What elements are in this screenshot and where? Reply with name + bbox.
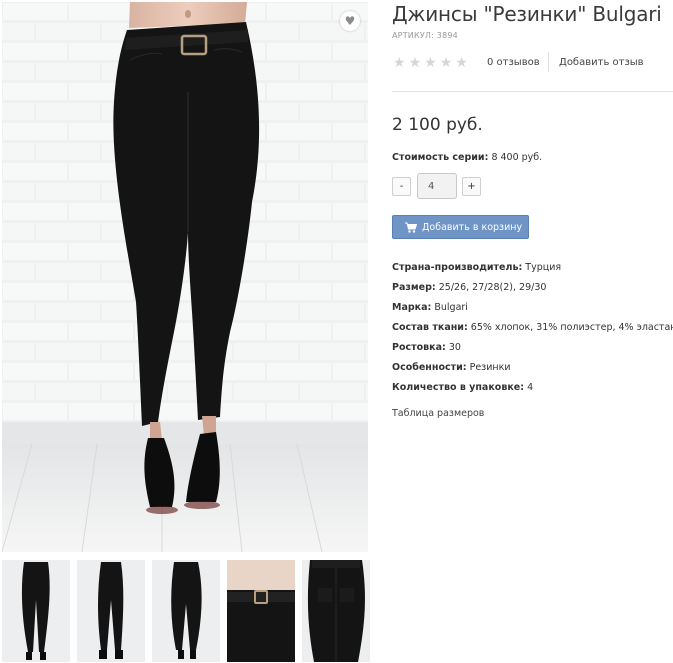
heart-icon[interactable]: ♥ (340, 11, 360, 31)
quantity-input[interactable] (417, 173, 457, 199)
spec-value: Bulgari (434, 302, 468, 313)
thumbnail-5[interactable] (302, 560, 370, 662)
quantity-decrease-button[interactable]: - (392, 177, 411, 196)
spec-label: Особенности: (392, 362, 467, 373)
series-cost-label: Стоимость серии: (392, 152, 489, 163)
thumbnail-image (227, 560, 295, 662)
add-to-cart-button[interactable]: Добавить в корзину (392, 215, 529, 239)
spec-label: Размер: (392, 282, 436, 293)
spec-fabric: Состав ткани: 65% хлопок, 31% полиэстер,… (392, 321, 673, 341)
size-table-link[interactable]: Таблица размеров (392, 408, 484, 419)
thumbnail-image (77, 560, 145, 662)
cart-icon (405, 222, 417, 233)
spec-size-run: Ростовка: 30 (392, 341, 673, 361)
spec-label: Ростовка: (392, 342, 446, 353)
divider (392, 91, 673, 92)
model-photo (2, 2, 368, 552)
thumbnail-2[interactable] (77, 560, 145, 662)
spec-value: Резинки (469, 362, 511, 373)
spec-value: 25/26, 27/28(2), 29/30 (438, 282, 547, 293)
spec-size: Размер: 25/26, 27/28(2), 29/30 (392, 281, 673, 301)
spec-label: Состав ткани: (392, 322, 468, 333)
spec-value: 65% хлопок, 31% полиэстер, 4% эластан (470, 322, 673, 333)
reviews-count[interactable]: 0 отзывов (487, 57, 540, 68)
star-icon[interactable]: ★ (393, 55, 406, 71)
rating-row: ★ ★ ★ ★ ★ 0 отзывов Добавить отзыв (393, 52, 673, 72)
star-icon[interactable]: ★ (440, 55, 453, 71)
star-icon[interactable]: ★ (424, 55, 437, 71)
thumbnail-image (302, 560, 370, 662)
product-specs: Страна-производитель: Турция Размер: 25/… (392, 261, 673, 401)
product-title: Джинсы "Резинки" Bulgari (392, 2, 662, 26)
thumbnail-1[interactable] (2, 560, 70, 662)
star-icon[interactable]: ★ (409, 55, 422, 71)
spec-country: Страна-производитель: Турция (392, 261, 673, 281)
spec-value: Турция (525, 262, 562, 273)
product-price: 2 100 руб. (392, 115, 483, 135)
thumbnail-image (152, 560, 220, 662)
thumbnail-image (2, 560, 70, 662)
quantity-stepper: - + (392, 173, 532, 199)
series-cost: Стоимость серии: 8 400 руб. (392, 152, 542, 163)
spec-brand: Марка: Bulgari (392, 301, 673, 321)
rating-stars: ★ ★ ★ ★ ★ (393, 55, 468, 71)
star-icon[interactable]: ★ (455, 55, 468, 71)
spec-pack-quantity: Количество в упаковке: 4 (392, 381, 673, 401)
series-cost-value: 8 400 руб. (491, 152, 543, 163)
thumbnail-3[interactable] (152, 560, 220, 662)
spec-label: Количество в упаковке: (392, 382, 525, 393)
spec-features: Особенности: Резинки (392, 361, 673, 381)
add-to-cart-label: Добавить в корзину (422, 221, 523, 233)
quantity-increase-button[interactable]: + (462, 177, 481, 196)
spec-label: Страна-производитель: (392, 262, 523, 273)
add-review-link[interactable]: Добавить отзыв (559, 57, 644, 68)
thumbnail-4[interactable] (227, 560, 295, 662)
spec-value: 30 (448, 342, 461, 353)
spec-value: 4 (527, 382, 534, 393)
thumbnail-strip (2, 560, 370, 662)
divider (548, 52, 549, 72)
main-product-image[interactable]: ♥ (2, 2, 368, 552)
spec-label: Марка: (392, 302, 432, 313)
product-sku: АРТИКУЛ: 3894 (392, 31, 458, 40)
